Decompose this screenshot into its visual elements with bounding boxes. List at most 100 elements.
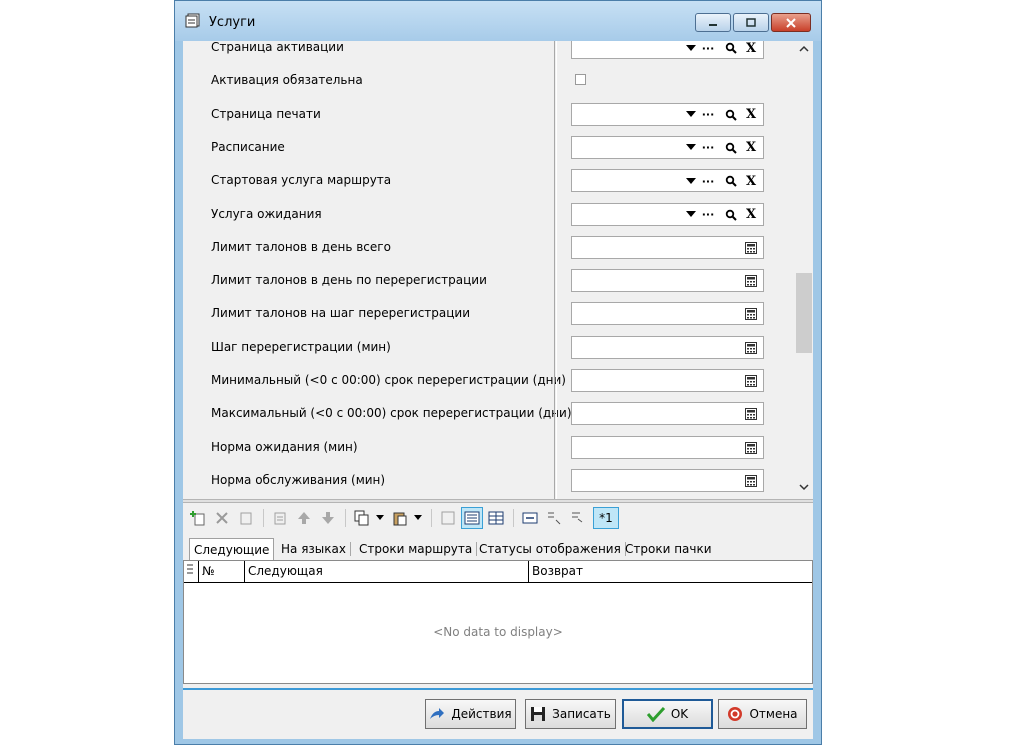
number-field[interactable] (571, 468, 764, 492)
ellipsis-icon[interactable]: ··· (700, 207, 716, 223)
title-bar[interactable]: Услуги (175, 1, 821, 41)
jump-icon (548, 512, 561, 525)
clear-icon[interactable]: X (743, 140, 759, 156)
splitter[interactable] (183, 499, 813, 503)
search-icon[interactable] (723, 41, 739, 56)
toolbar-separator (263, 509, 264, 527)
calculator-icon[interactable] (743, 340, 759, 356)
form-row: Норма обслуживания (мин) (183, 464, 791, 497)
scroll-thumb[interactable] (796, 273, 812, 353)
number-field[interactable] (571, 235, 764, 259)
copy-button[interactable] (351, 507, 373, 529)
grid-header: № Следующая Возврат (184, 561, 812, 583)
dropdown-arrow-icon[interactable] (683, 207, 699, 223)
column-header-number[interactable]: № (198, 561, 244, 582)
lookup-field[interactable]: ··· X (571, 202, 764, 226)
dropdown-arrow-icon[interactable] (683, 173, 699, 189)
dropdown-arrow-icon[interactable] (683, 107, 699, 123)
lookup-field[interactable]: ··· X (571, 169, 764, 193)
chevron-down-icon (376, 515, 384, 520)
grid-view-button[interactable] (485, 507, 507, 529)
column-header-return[interactable]: Возврат (528, 561, 812, 582)
detail-grid[interactable]: № Следующая Возврат <No data to display> (183, 560, 813, 684)
paste-button[interactable] (389, 507, 411, 529)
search-icon[interactable] (723, 207, 739, 223)
search-icon[interactable] (723, 173, 739, 189)
tab-0[interactable]: Следующие (189, 538, 275, 560)
move-up-button[interactable] (293, 507, 315, 529)
tab-4[interactable]: Строки пачки (621, 538, 716, 560)
form-row: Лимит талонов на шаг перерегистрации (183, 297, 791, 330)
clear-icon[interactable]: X (743, 41, 759, 56)
column-chooser-button[interactable] (184, 561, 198, 582)
add-icon (190, 511, 205, 526)
calculator-icon[interactable] (743, 406, 759, 422)
search-icon[interactable] (723, 107, 739, 123)
ellipsis-icon[interactable]: ··· (700, 173, 716, 189)
calculator-icon[interactable] (743, 373, 759, 389)
calculator-icon[interactable] (743, 273, 759, 289)
ellipsis-icon[interactable]: ··· (700, 107, 716, 123)
number-field[interactable] (571, 402, 764, 426)
calculator-icon[interactable] (743, 306, 759, 322)
scroll-up-icon[interactable] (799, 45, 809, 53)
edit-record-button[interactable] (269, 507, 291, 529)
move-down-button[interactable] (317, 507, 339, 529)
cancel-button[interactable]: Отмена (718, 699, 807, 729)
form-view-button[interactable] (461, 507, 483, 529)
copy-record-button[interactable] (235, 507, 257, 529)
copy-dropdown-button[interactable] (373, 507, 387, 529)
lookup-field[interactable]: ··· X (571, 135, 764, 159)
services-window: Услуги Страница активации ··· X Активация о… (174, 0, 822, 745)
record-counter-button[interactable]: *1 (593, 507, 619, 529)
number-field[interactable] (571, 435, 764, 459)
search-icon[interactable] (723, 140, 739, 156)
number-field[interactable] (571, 269, 764, 293)
close-icon (786, 17, 796, 28)
add-record-button[interactable] (187, 507, 209, 529)
activation-required-checkbox[interactable] (575, 74, 586, 86)
form-scrollbar[interactable] (795, 41, 813, 499)
delete-record-button[interactable] (211, 507, 233, 529)
collapse-button[interactable] (519, 507, 541, 529)
field-label: Минимальный (<0 с 00:00) срок перерегист… (211, 373, 566, 387)
ok-button[interactable]: OK (622, 699, 713, 729)
floppy-icon (531, 707, 546, 721)
actions-button-label: Действия (451, 707, 512, 721)
ellipsis-icon[interactable]: ··· (700, 140, 716, 156)
column-header-next[interactable]: Следующая (244, 561, 528, 582)
arrow-right-icon (430, 708, 445, 719)
tab-2[interactable]: Строки маршрута (355, 538, 478, 560)
back-button[interactable] (567, 507, 589, 529)
number-field[interactable] (571, 335, 764, 359)
group-button[interactable] (437, 507, 459, 529)
calculator-icon[interactable] (743, 440, 759, 456)
column-chooser-icon (187, 564, 193, 574)
ellipsis-icon[interactable]: ··· (700, 41, 716, 56)
number-field[interactable] (571, 369, 764, 392)
lookup-field[interactable]: ··· X (571, 41, 764, 59)
clear-icon[interactable]: X (743, 107, 759, 123)
scroll-down-icon[interactable] (799, 483, 809, 491)
tab-1[interactable]: На языках (277, 538, 351, 560)
field-label: Максимальный (<0 с 00:00) срок перерегис… (211, 406, 572, 421)
paste-dropdown-button[interactable] (411, 507, 425, 529)
number-field[interactable] (571, 302, 764, 326)
clear-icon[interactable]: X (743, 173, 759, 189)
clear-icon[interactable]: X (743, 207, 759, 223)
tab-3[interactable]: Статусы отображения (475, 538, 626, 560)
dropdown-arrow-icon[interactable] (683, 140, 699, 156)
jump-button[interactable] (543, 507, 565, 529)
minimize-button[interactable] (695, 13, 731, 32)
actions-button[interactable]: Действия (425, 699, 516, 729)
form-view-icon (464, 511, 480, 525)
detail-toolbar: *1 (183, 506, 813, 534)
calculator-icon[interactable] (743, 240, 759, 256)
maximize-button[interactable] (733, 13, 769, 32)
save-button[interactable]: Записать (525, 699, 616, 729)
arrow-up-icon (298, 512, 310, 524)
dropdown-arrow-icon[interactable] (683, 41, 699, 56)
lookup-field[interactable]: ··· X (571, 102, 764, 126)
close-button[interactable] (771, 13, 811, 32)
calculator-icon[interactable] (743, 473, 759, 489)
